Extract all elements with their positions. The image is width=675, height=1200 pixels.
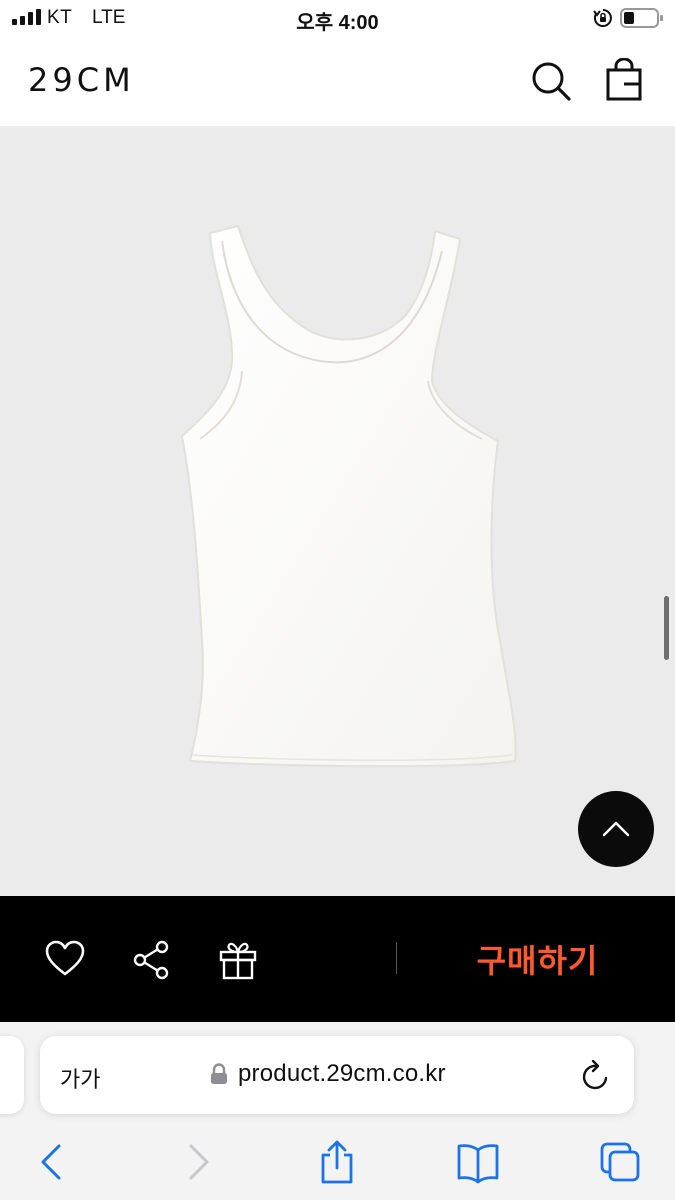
gift-icon[interactable] xyxy=(218,940,258,980)
text-size-button[interactable]: 가가 xyxy=(60,1062,100,1094)
status-bar: KT LTE 오후 4:00 xyxy=(0,0,675,40)
rotation-lock-icon xyxy=(593,9,612,27)
search-icon[interactable] xyxy=(530,60,572,102)
heart-icon[interactable] xyxy=(45,940,85,980)
lock-icon xyxy=(211,1063,227,1084)
battery-icon xyxy=(620,8,663,28)
action-divider xyxy=(396,942,397,974)
product-image[interactable] xyxy=(0,126,675,896)
browser-chrome: 가가 product.29cm.co.kr xyxy=(0,1022,675,1200)
app-header: 29CM xyxy=(0,40,675,126)
chevron-up-icon xyxy=(602,821,630,837)
share-icon[interactable] xyxy=(132,940,172,980)
scroll-indicator[interactable] xyxy=(664,596,669,660)
share-icon[interactable] xyxy=(315,1140,359,1184)
purchase-action-bar: 구매하기 xyxy=(0,896,675,1022)
tabs-icon[interactable] xyxy=(598,1140,642,1184)
url-display[interactable]: product.29cm.co.kr xyxy=(210,1060,446,1088)
tank-top-image xyxy=(180,224,517,768)
back-icon[interactable] xyxy=(30,1140,74,1184)
buy-button[interactable]: 구매하기 xyxy=(400,926,675,992)
address-bar[interactable]: 가가 product.29cm.co.kr xyxy=(40,1036,634,1114)
bookmarks-icon[interactable] xyxy=(456,1140,500,1184)
shopping-bag-icon[interactable] xyxy=(604,58,644,102)
scroll-to-top-button[interactable] xyxy=(578,791,654,867)
reload-icon[interactable] xyxy=(580,1058,612,1092)
url-text: product.29cm.co.kr xyxy=(238,1060,446,1087)
brand-logo[interactable]: 29CM xyxy=(28,61,135,99)
status-time: 오후 4:00 xyxy=(296,12,379,34)
previous-tab-preview[interactable] xyxy=(0,1036,24,1114)
forward-icon[interactable] xyxy=(176,1140,220,1184)
